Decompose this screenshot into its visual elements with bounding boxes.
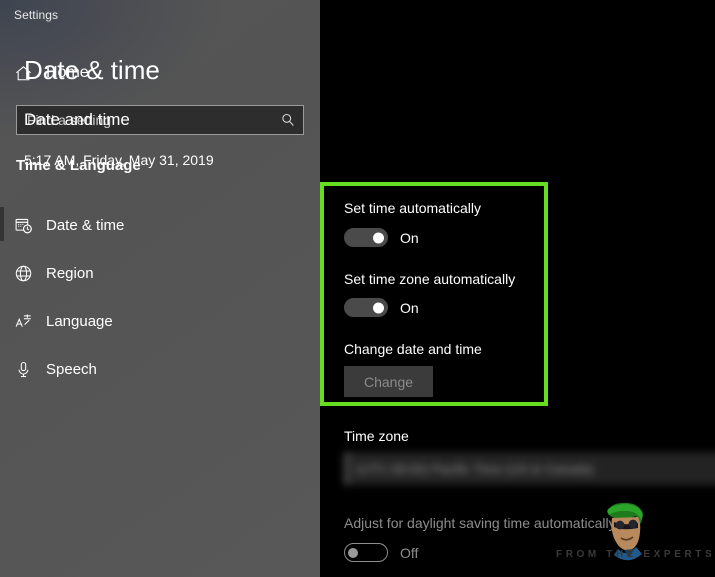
sidebar-item-label: Region <box>46 264 94 282</box>
language-icon <box>0 312 46 331</box>
set-time-automatically-label: Set time automatically <box>344 200 481 216</box>
daylight-saving-state: Off <box>400 544 419 561</box>
change-button[interactable]: Change <box>344 366 433 397</box>
set-timezone-automatically-toggle-row[interactable]: On <box>344 298 419 317</box>
set-timezone-automatically-state: On <box>400 299 419 316</box>
set-timezone-automatically-label: Set time zone automatically <box>344 271 516 287</box>
time-zone-dropdown-edge <box>344 452 349 485</box>
section-subtitle: Date and time <box>24 110 130 129</box>
time-zone-dropdown[interactable]: (UTC-08:00) Pacific Time (US & Canada) <box>344 452 715 485</box>
daylight-saving-label: Adjust for daylight saving time automati… <box>344 515 616 531</box>
daylight-saving-toggle[interactable] <box>344 543 388 562</box>
set-timezone-automatically-toggle[interactable] <box>344 298 388 317</box>
main-content <box>320 0 715 577</box>
microphone-icon <box>0 360 46 379</box>
sidebar-item-region[interactable]: Region <box>0 253 320 293</box>
sidebar-item-language[interactable]: Language <box>0 301 320 341</box>
window-title: Settings <box>14 8 59 22</box>
sidebar-item-speech[interactable]: Speech <box>0 349 320 389</box>
calendar-clock-icon <box>0 216 46 235</box>
sidebar-item-label: Date & time <box>46 216 125 234</box>
sidebar: Settings Home Time & Language <box>0 0 320 577</box>
search-icon[interactable] <box>273 112 303 128</box>
daylight-saving-toggle-row[interactable]: Off <box>344 543 418 562</box>
time-zone-value: (UTC-08:00) Pacific Time (US & Canada) <box>356 461 594 476</box>
watermark-tagline: FROM THE EXPERTS! <box>556 549 715 560</box>
globe-icon <box>0 264 46 283</box>
sidebar-item-label: Language <box>46 312 113 330</box>
time-zone-label: Time zone <box>344 428 409 444</box>
current-datetime-text: 5:17 AM, Friday, May 31, 2019 <box>24 152 214 168</box>
page-title: Date & time <box>24 55 160 85</box>
sidebar-item-label: Speech <box>46 360 97 378</box>
set-time-automatically-toggle-row[interactable]: On <box>344 228 419 247</box>
settings-window: Settings Home Time & Language <box>0 0 715 577</box>
change-date-and-time-label: Change date and time <box>344 341 482 357</box>
set-time-automatically-toggle[interactable] <box>344 228 388 247</box>
sidebar-item-date-time[interactable]: Date & time <box>0 205 320 245</box>
set-time-automatically-state: On <box>400 229 419 246</box>
